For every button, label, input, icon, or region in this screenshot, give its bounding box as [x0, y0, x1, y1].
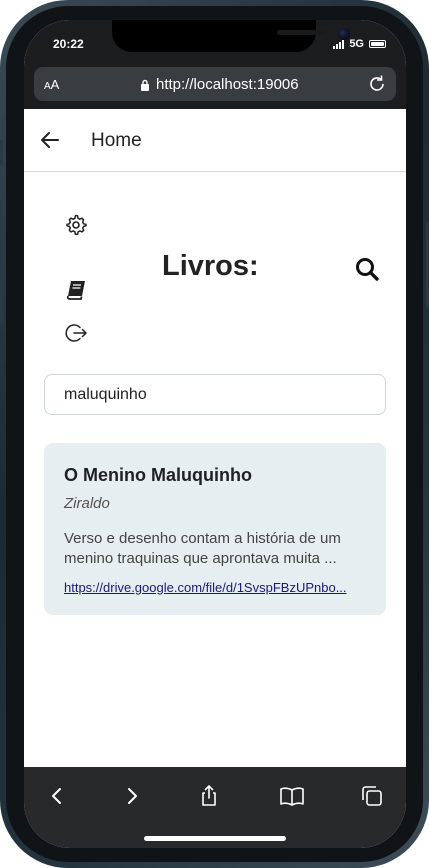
screen: 20:22 5G AA http://localhost:19006 Home …: [24, 20, 406, 848]
volume-down-button: [0, 268, 3, 324]
header-title: Home: [91, 130, 142, 151]
main-content: Livros: O Menino Maluquinho Ziraldo Vers…: [24, 172, 406, 767]
back-icon[interactable]: [42, 781, 72, 811]
book-card[interactable]: O Menino Maluquinho Ziraldo Verso e dese…: [44, 443, 386, 615]
browser-toolbar: [24, 767, 406, 848]
earpiece-speaker: [277, 30, 327, 35]
share-icon[interactable]: [194, 781, 224, 811]
home-indicator[interactable]: [144, 836, 286, 841]
battery-icon: [369, 40, 386, 48]
reload-icon[interactable]: [366, 73, 388, 95]
book-icon[interactable]: [64, 278, 88, 302]
forward-icon[interactable]: [117, 781, 147, 811]
mute-switch: [0, 140, 3, 166]
book-author: Ziraldo: [64, 495, 110, 512]
search-input[interactable]: [44, 374, 386, 415]
lock-icon: [141, 79, 149, 91]
book-title: O Menino Maluquinho: [64, 465, 252, 485]
app-header: Home: [24, 109, 406, 172]
phone-frame: 20:22 5G AA http://localhost:19006 Home …: [0, 0, 429, 868]
notch: [112, 20, 350, 52]
tabs-icon[interactable]: [357, 781, 387, 811]
status-bar: 20:22 5G: [24, 20, 406, 66]
logout-icon[interactable]: [64, 321, 88, 345]
back-arrow-icon[interactable]: [38, 128, 62, 152]
page-title: Livros:: [162, 250, 259, 282]
status-time: 20:22: [53, 37, 84, 51]
text-size-button[interactable]: AA: [44, 77, 59, 92]
search-icon[interactable]: [354, 256, 380, 282]
browser-chrome: AA http://localhost:19006: [24, 66, 406, 109]
status-indicators: 5G: [333, 38, 386, 50]
volume-up-button: [0, 200, 3, 256]
address-bar[interactable]: AA http://localhost:19006: [34, 67, 396, 101]
bookmarks-icon[interactable]: [277, 781, 307, 811]
network-label: 5G: [349, 38, 364, 50]
url-text: http://localhost:19006: [156, 76, 299, 93]
gear-icon[interactable]: [64, 213, 88, 237]
book-link[interactable]: https://drive.google.com/file/d/1SvspFBz…: [64, 580, 364, 595]
url-display[interactable]: http://localhost:19006: [140, 76, 299, 93]
book-description: Verso e desenho contam a história de um …: [64, 530, 341, 567]
signal-icon: [333, 39, 345, 49]
